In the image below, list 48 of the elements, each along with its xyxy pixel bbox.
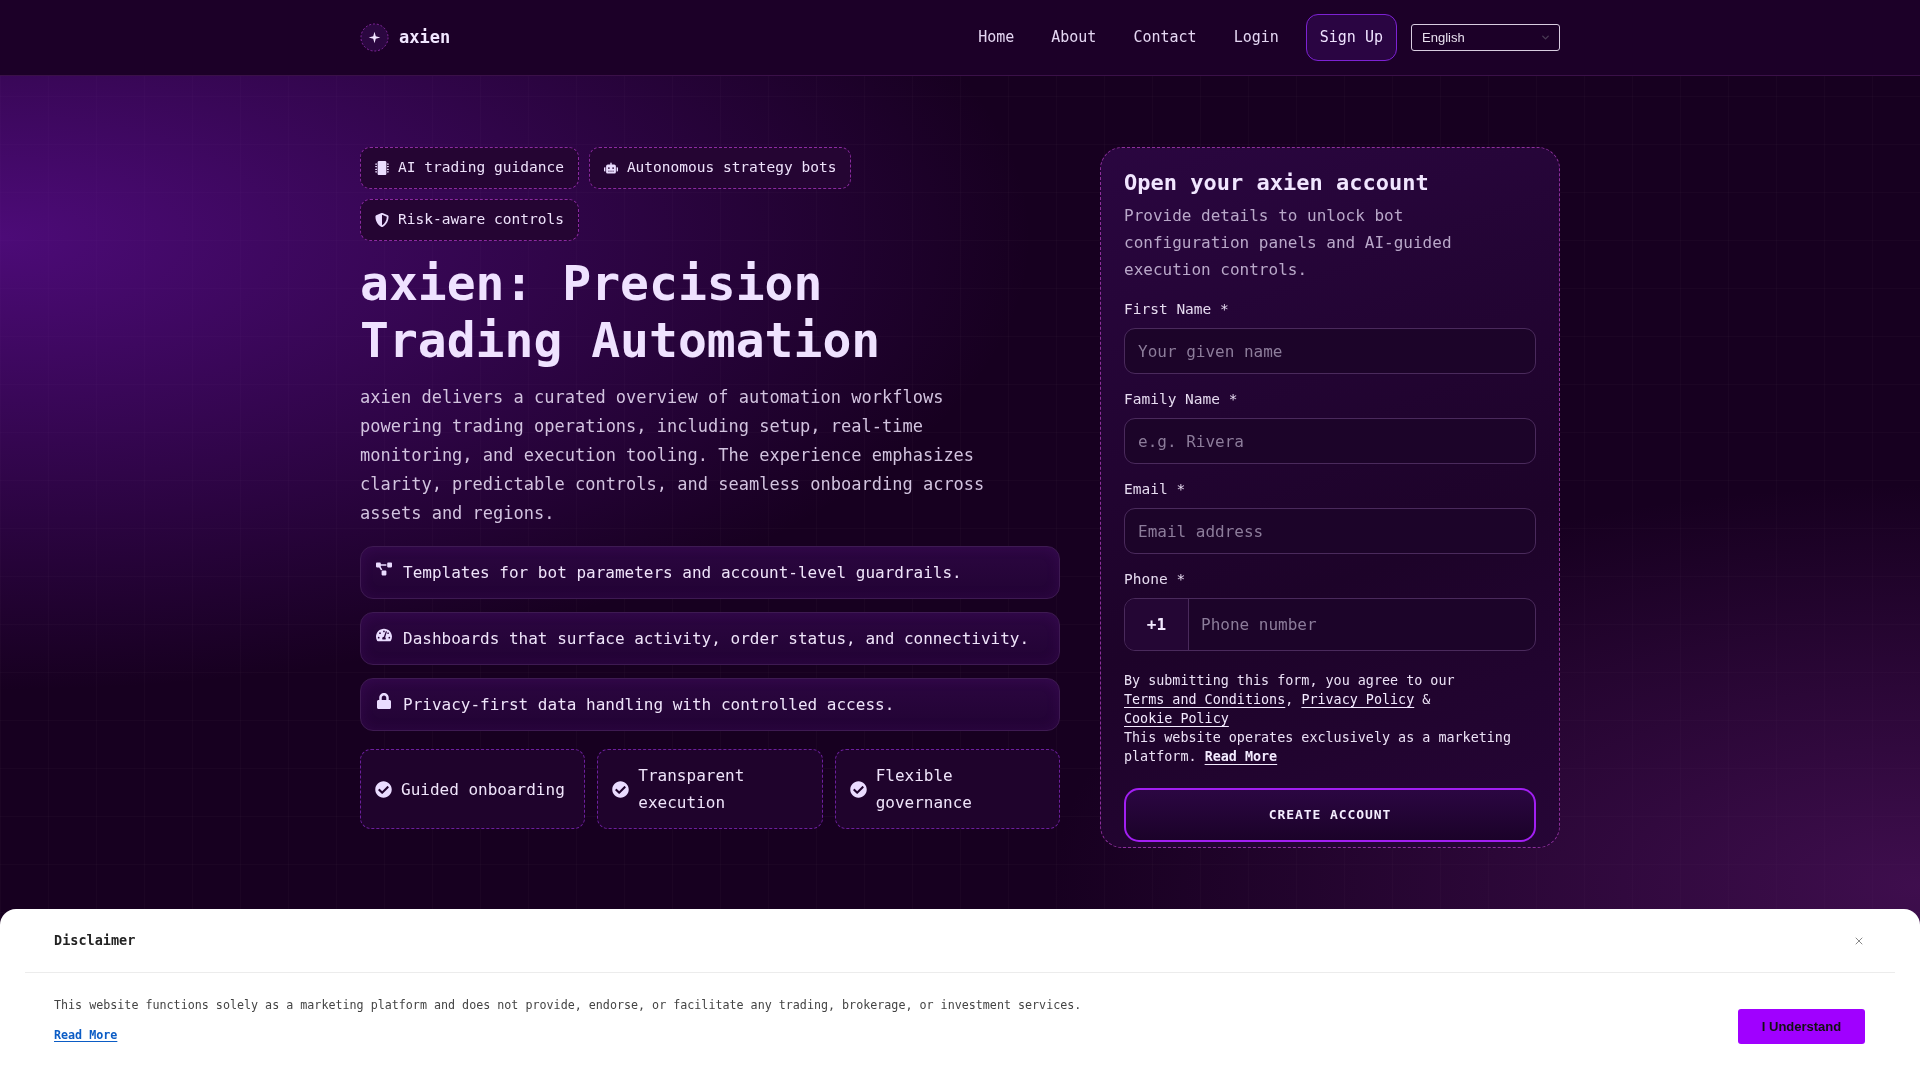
hero-heading: axien: Precision Trading Automation — [360, 255, 882, 369]
understand-button[interactable]: I Understand — [1738, 1009, 1865, 1044]
create-account-button[interactable]: CREATE ACCOUNT — [1124, 788, 1536, 842]
nav-link[interactable]: About — [1051, 26, 1097, 49]
highlight-label: Flexible governance — [875, 765, 973, 814]
field-label: First Name * — [1124, 300, 1230, 319]
consent-text: By submitting this form, you agree to our Terms and Conditions, Privacy Policy & Cookie Policy — [1124, 672, 1456, 728]
language-select[interactable]: English — [1411, 24, 1560, 51]
nav-link[interactable]: Contact — [1133, 26, 1197, 49]
field-label: Phone * — [1124, 570, 1187, 589]
notice-text: This website operates exclusively as a marketing platform. Read More — [1124, 729, 1512, 766]
country-code[interactable]: +1 — [1125, 599, 1189, 650]
badge-label: AI trading guidance — [398, 158, 564, 178]
text-input[interactable]: Email address — [1124, 508, 1536, 554]
text-input[interactable]: Your given name — [1124, 328, 1536, 374]
hero-description: axien delivers a curated overview of automation workflows powering trading operations, including setup, real-time monitoring, and execution tooling. The experience emphasizes clarity, predictable controls, and seamless onboarding across assets and regions. — [360, 386, 986, 525]
sign-up-button[interactable]: Sign Up — [1305, 14, 1397, 61]
policy-link[interactable]: Terms and Conditions — [1124, 692, 1286, 707]
sparkle-logo-icon — [360, 23, 389, 52]
nav-link[interactable]: Login — [1233, 26, 1279, 49]
highlight-label: Transparent execution — [638, 765, 746, 814]
badge-label: Autonomous strategy bots — [626, 158, 837, 178]
brand-name[interactable]: axien — [399, 24, 451, 51]
lock-icon — [376, 693, 392, 709]
feature-text: Dashboards that surface activity, order status, and connectivity. — [403, 628, 1030, 650]
chip-icon — [375, 161, 389, 175]
field-label: Email * — [1124, 480, 1187, 499]
text-input[interactable]: e.g. Rivera — [1124, 418, 1536, 464]
field-label: Family Name * — [1124, 390, 1239, 409]
disclaimer-title: Disclaimer — [54, 931, 136, 951]
read-more-link[interactable]: Read More — [54, 1026, 118, 1044]
highlight-label: Guided onboarding — [401, 778, 565, 801]
caret-icon — [1540, 32, 1551, 43]
shield-icon — [375, 213, 389, 227]
diagram-icon — [376, 561, 392, 577]
phone-input[interactable]: +1 Phone number — [1124, 598, 1536, 651]
policy-link[interactable]: Cookie Policy — [1124, 711, 1229, 726]
feature-text: Privacy-first data handling with controlled access. — [403, 694, 895, 716]
form-title: Open your axien account — [1124, 169, 1430, 197]
disclaimer-text: This website functions solely as a marketing platform and does not provide, endorse, or facilitate any trading, brokerage, or investment services. — [54, 997, 1082, 1014]
policy-link[interactable]: Privacy Policy — [1301, 692, 1415, 707]
badge-label: Risk-aware controls — [398, 210, 564, 230]
robot-icon — [603, 161, 618, 175]
form-subtitle: Provide details to unlock bot configuration panels and AI-guided execution controls. — [1124, 205, 1453, 281]
gauge-icon — [376, 627, 392, 643]
policy-link[interactable]: Read More — [1204, 749, 1278, 764]
nav-link[interactable]: Home — [978, 26, 1015, 49]
feature-text: Templates for bot parameters and account-level guardrails. — [403, 562, 962, 584]
